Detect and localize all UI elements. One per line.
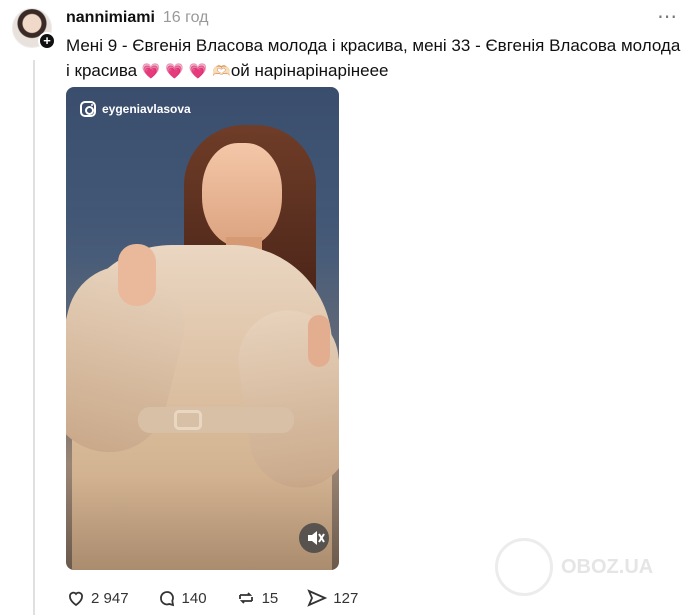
instagram-icon [80, 101, 96, 117]
like-count: 2 947 [91, 589, 129, 607]
comment-count: 140 [181, 589, 207, 607]
post-text: Мені 9 - Євгенія Власова молода і красив… [66, 33, 686, 84]
mute-icon [308, 531, 325, 545]
post-actions: 2 947 140 15 127 [66, 588, 386, 608]
post-header: nannimiami 16 год ⋯ [66, 7, 690, 29]
repost-count: 15 [261, 589, 279, 607]
instagram-handle: eygeniavlasova [102, 102, 191, 116]
post-text-end: ой нарінарінарінеее [230, 61, 389, 80]
username[interactable]: nannimiami [66, 9, 155, 27]
belt [138, 407, 294, 433]
follow-plus-icon[interactable]: + [38, 32, 56, 50]
more-options-icon[interactable]: ⋯ [657, 7, 678, 27]
mute-toggle-button[interactable] [299, 523, 329, 553]
share-count: 127 [333, 589, 359, 607]
avatar-wrap[interactable]: + [12, 8, 56, 52]
heart-emoji-3: 💗 [188, 63, 208, 80]
post-time: 16 год [162, 9, 209, 26]
comment-button[interactable]: 140 [157, 588, 207, 608]
video-media[interactable]: eygeniavlasova [66, 87, 339, 570]
send-icon [306, 588, 328, 608]
heart-emoji-1: 💗 [141, 63, 161, 80]
belt-buckle [174, 410, 202, 430]
heart-emoji-2: 💗 [165, 63, 184, 80]
instagram-tag: eygeniavlasova [80, 101, 191, 117]
watermark-logo-icon [495, 538, 553, 596]
heart-icon [66, 588, 86, 608]
face [202, 143, 282, 247]
heart-hands-emoji: 🫶🏻 [212, 63, 231, 80]
repost-icon [235, 588, 257, 608]
like-button[interactable]: 2 947 [66, 588, 129, 608]
comment-icon [157, 588, 177, 608]
share-button[interactable]: 127 [306, 588, 358, 608]
right-hand [308, 315, 330, 367]
watermark-text: OBOZ.UA [561, 555, 654, 578]
repost-button[interactable]: 15 [235, 588, 279, 608]
thread-line [33, 60, 35, 615]
left-hand [118, 244, 156, 306]
watermark: OBOZ.UA [495, 538, 653, 596]
